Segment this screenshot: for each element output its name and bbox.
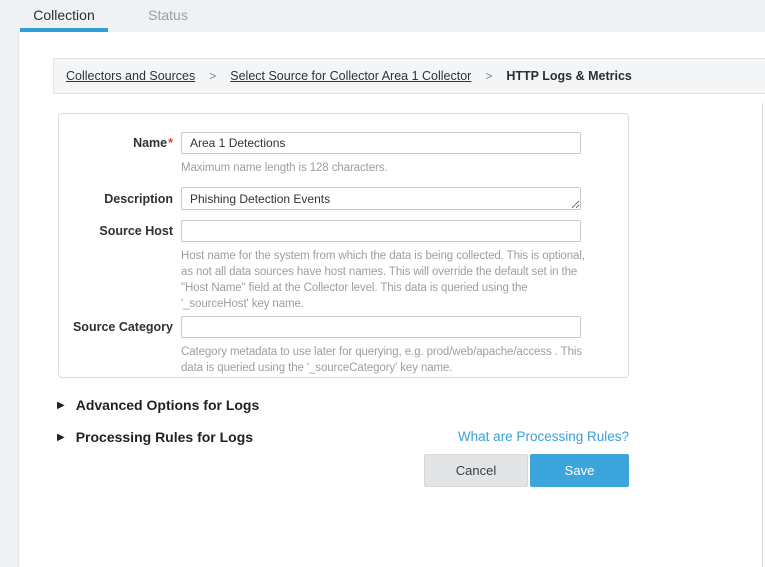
name-help-text: Maximum name length is 128 characters. (181, 160, 593, 176)
tab-collection[interactable]: Collection (20, 0, 108, 32)
name-row: Name* (59, 132, 628, 154)
description-input[interactable]: Phishing Detection Events (181, 187, 581, 210)
source-host-label: Source Host (59, 224, 173, 238)
breadcrumb: Collectors and Sources > Select Source f… (53, 58, 765, 94)
processing-rules-section-toggle[interactable]: ▶ Processing Rules for Logs (57, 429, 253, 445)
source-host-input[interactable] (181, 220, 581, 242)
name-label: Name* (59, 136, 173, 150)
breadcrumb-separator: > (485, 69, 492, 83)
tab-status-label: Status (148, 7, 188, 23)
required-asterisk: * (168, 136, 173, 150)
collapsed-arrow-icon: ▶ (57, 432, 65, 443)
breadcrumb-select-source[interactable]: Select Source for Collector Area 1 Colle… (230, 69, 471, 83)
source-host-help-text: Host name for the system from which the … (181, 248, 593, 312)
save-button[interactable]: Save (530, 454, 629, 487)
breadcrumb-separator: > (209, 69, 216, 83)
description-row: Description Phishing Detection Events (59, 187, 628, 210)
cancel-button[interactable]: Cancel (424, 454, 528, 487)
description-label: Description (59, 192, 173, 206)
tab-collection-label: Collection (33, 7, 94, 23)
collapsed-arrow-icon: ▶ (57, 400, 65, 411)
breadcrumb-collectors-and-sources[interactable]: Collectors and Sources (66, 69, 195, 83)
what-are-processing-rules-link[interactable]: What are Processing Rules? (458, 429, 629, 444)
advanced-options-section-toggle[interactable]: ▶ Advanced Options for Logs (57, 397, 259, 413)
source-host-row: Source Host (59, 220, 628, 242)
name-label-text: Name (133, 136, 167, 150)
source-category-label: Source Category (59, 320, 173, 334)
advanced-options-label: Advanced Options for Logs (76, 397, 260, 413)
name-input[interactable] (181, 132, 581, 154)
source-category-row: Source Category (59, 316, 628, 338)
source-category-input[interactable] (181, 316, 581, 338)
panel-divider (762, 103, 763, 567)
breadcrumb-current-page: HTTP Logs & Metrics (506, 69, 631, 83)
source-config-card: Name* Maximum name length is 128 charact… (58, 113, 629, 378)
source-configuration-window: Collection Status Collectors and Sources… (0, 0, 765, 567)
tab-bar: Collection Status (0, 0, 765, 32)
processing-rules-label: Processing Rules for Logs (76, 429, 253, 445)
tab-status[interactable]: Status (138, 0, 198, 32)
source-category-help-text: Category metadata to use later for query… (181, 344, 593, 376)
left-gutter (0, 0, 19, 567)
